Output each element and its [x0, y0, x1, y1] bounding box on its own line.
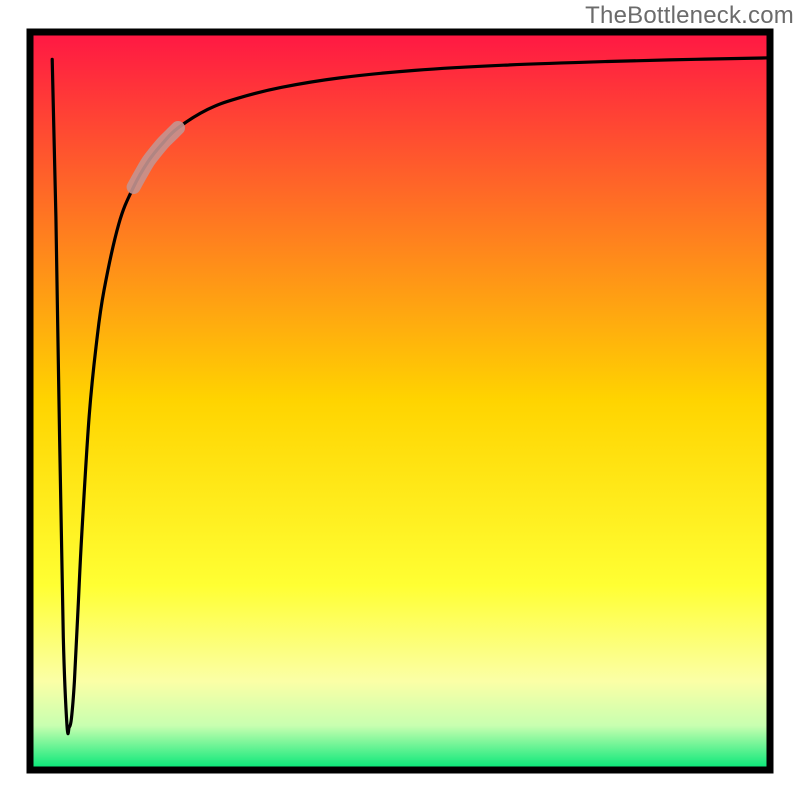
watermark-text: TheBottleneck.com — [585, 2, 794, 30]
bottleneck-chart — [0, 0, 800, 800]
chart-background-gradient — [30, 32, 770, 770]
chart-container: TheBottleneck.com — [0, 0, 800, 800]
